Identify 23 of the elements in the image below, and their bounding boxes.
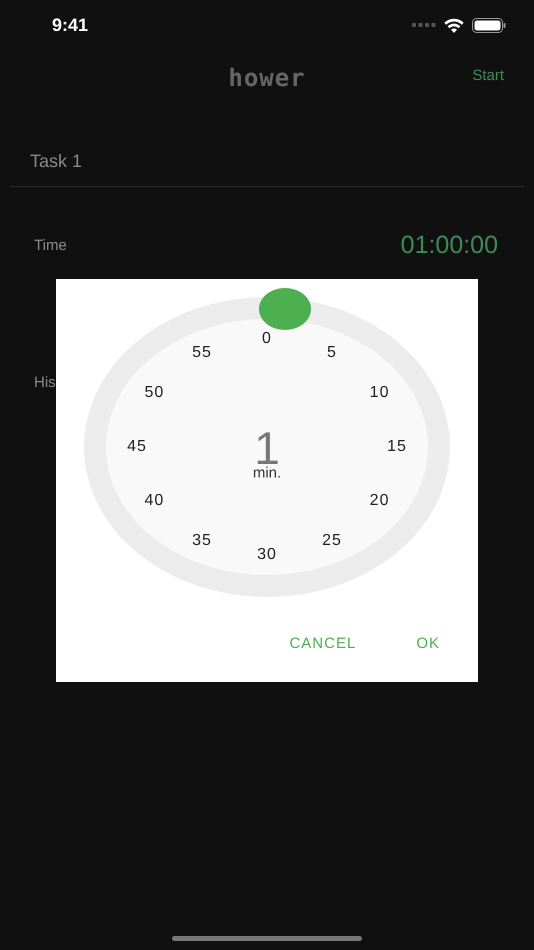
dial-number[interactable]: 35: [192, 532, 212, 549]
start-button[interactable]: Start: [472, 65, 504, 88]
status-time: 9:41: [52, 14, 88, 36]
dial-number[interactable]: 30: [257, 547, 277, 563]
dial-number[interactable]: 40: [144, 493, 164, 509]
time-value[interactable]: 01:00:00: [400, 227, 498, 264]
task-name: Task 1: [29, 150, 84, 173]
dial-number[interactable]: 55: [192, 345, 212, 362]
history-label: His: [34, 374, 56, 390]
battery-icon: [472, 18, 506, 32]
app-logo: hower: [228, 62, 306, 94]
time-label: Time: [34, 236, 67, 256]
dial-number[interactable]: 45: [127, 439, 147, 455]
dial-number[interactable]: 20: [370, 493, 390, 509]
signal-icon: [412, 23, 436, 27]
dial-number[interactable]: 15: [387, 439, 407, 455]
dial-number[interactable]: 10: [370, 385, 390, 401]
dial-number[interactable]: 50: [144, 385, 164, 401]
dial-number[interactable]: 5: [327, 345, 337, 362]
wifi-icon: [444, 18, 464, 32]
dial-number[interactable]: 25: [322, 532, 342, 549]
dial-number[interactable]: 0: [262, 331, 272, 347]
dial-handle[interactable]: [258, 288, 311, 330]
